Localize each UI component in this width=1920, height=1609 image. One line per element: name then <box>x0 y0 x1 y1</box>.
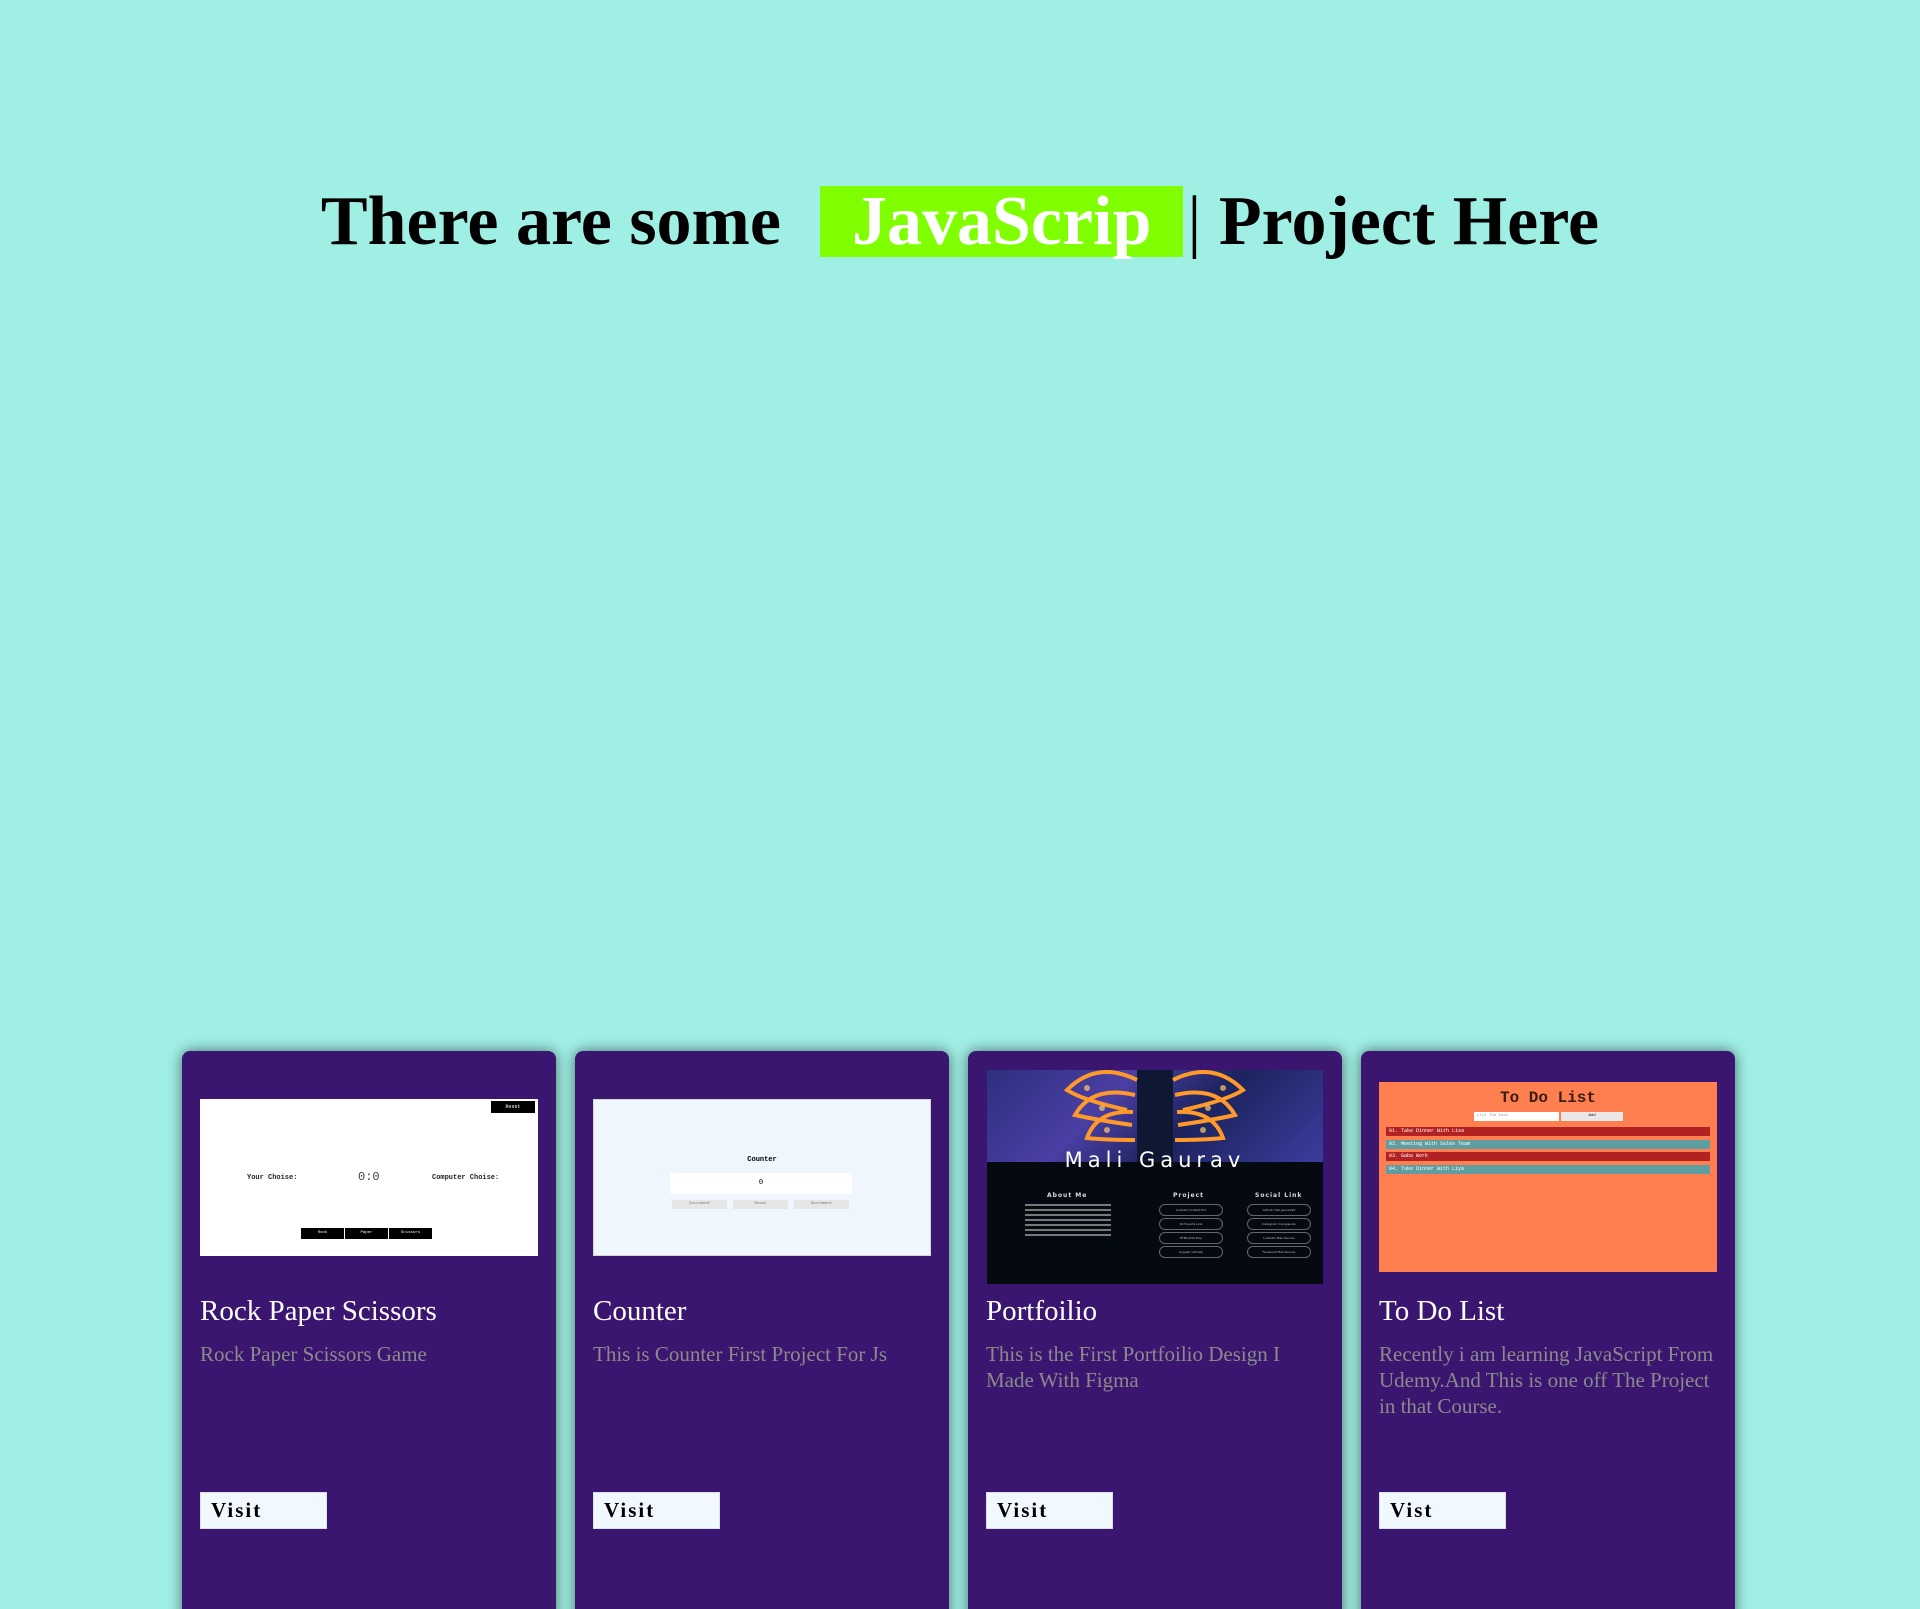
project-cards: Reset Your Choise: 0:0 Computer Choise: … <box>182 1051 1735 1609</box>
visit-button[interactable]: Visit <box>593 1492 720 1529</box>
project-thumbnail: Reset Your Choise: 0:0 Computer Choise: … <box>200 1069 538 1285</box>
counter-value: 0 <box>670 1172 852 1194</box>
rps-buttons: Rock Paper Scissors <box>301 1227 432 1239</box>
portfolio-social-link: LinkedIn Mali Gaurav <box>1247 1232 1311 1244</box>
todo-item: 04. Take Dinner With Liya <box>1386 1165 1710 1174</box>
todo-input: List The task <box>1474 1112 1559 1121</box>
portfolio-about-text <box>1025 1204 1111 1239</box>
card-description: This is the First Portfoilio Design I Ma… <box>986 1342 1280 1392</box>
todo-heading: To Do List <box>1499 1089 1596 1107</box>
project-thumbnail: To Do List List The task Add 01. Take Di… <box>1379 1069 1717 1285</box>
todo-item: 01. Take Dinner With Lisa <box>1386 1127 1710 1136</box>
todo-add: Add <box>1561 1112 1623 1121</box>
portfolio-about-heading: About Me <box>1047 1192 1088 1199</box>
counter-reset: Reset <box>733 1199 788 1209</box>
typing-cursor: | <box>1187 183 1202 260</box>
heading-highlight: JavaScrip <box>819 186 1184 257</box>
heading-prefix: There are some <box>320 183 781 260</box>
visit-button[interactable]: Visit <box>200 1492 327 1529</box>
rps-your-choice: Your Choise: <box>247 1173 298 1182</box>
portfolio-project-link: Angular Githubs <box>1159 1246 1223 1258</box>
card-description: This is Counter First Project For Js <box>593 1342 888 1366</box>
rps-reset: Reset <box>491 1100 535 1113</box>
visit-button[interactable]: Vist <box>1379 1492 1506 1529</box>
card-title: To Do List <box>1379 1295 1505 1327</box>
project-card-counter: Counter 0 Increment Reset Decrement Coun… <box>575 1051 949 1609</box>
todo-item: 03. Gaba Work <box>1386 1152 1710 1161</box>
visit-button[interactable]: Visit <box>986 1492 1113 1529</box>
counter-screenshot: Counter 0 Increment Reset Decrement <box>593 1098 931 1256</box>
project-thumbnail: Mali Gaurav About Me Project Social Link… <box>986 1069 1324 1285</box>
portfolio-project-link: JS Projects Link <box>1159 1218 1223 1230</box>
card-description: Rock Paper Scissors Game <box>200 1342 427 1366</box>
portfolio-social-link: Facebook Mali Gaurav <box>1247 1246 1311 1258</box>
card-title: Counter <box>593 1295 687 1327</box>
rps-rock: Rock <box>301 1227 344 1239</box>
rps-screenshot: Reset Your Choise: 0:0 Computer Choise: … <box>200 1098 538 1256</box>
todo-item: 02. Meeting With Sales Team <box>1386 1140 1710 1149</box>
project-card-portfolio: Mali Gaurav About Me Project Social Link… <box>968 1051 1342 1609</box>
portfolio-name: Mali Gaurav <box>1064 1148 1246 1172</box>
project-card-todo-list: To Do List List The task Add 01. Take Di… <box>1361 1051 1735 1609</box>
rps-paper: Paper <box>345 1227 388 1239</box>
project-card-rock-paper-scissors: Reset Your Choise: 0:0 Computer Choise: … <box>182 1051 556 1609</box>
portfolio-social-link: Github mali.gaurav95 <box>1247 1204 1311 1216</box>
portfolio-social-link: Instagram mali.gaurav <box>1247 1218 1311 1230</box>
todo-screenshot: To Do List List The task Add 01. Take Di… <box>1379 1082 1717 1272</box>
heading-suffix: Project Here <box>1218 183 1600 260</box>
portfolio-project-heading: Project <box>1173 1192 1205 1199</box>
page-heading: There are some JavaScrip | Project Here <box>0 183 1920 261</box>
portfolio-project-link: HTML/CSS Proj. <box>1159 1232 1223 1244</box>
portfolio-social-heading: Social Link <box>1255 1192 1303 1199</box>
portfolio-project-link: Youtube Contact Pro <box>1159 1204 1223 1216</box>
counter-heading: Counter <box>747 1155 777 1164</box>
rps-computer-choice: Computer Choise: <box>432 1173 500 1182</box>
card-title: Rock Paper Scissors <box>200 1295 437 1327</box>
counter-decrement: Decrement <box>794 1199 849 1209</box>
card-description: Recently i am learning JavaScript From U… <box>1379 1342 1714 1418</box>
counter-increment: Increment <box>672 1199 727 1209</box>
card-title: Portfoilio <box>986 1295 1098 1327</box>
rps-scissors: Scissors <box>389 1227 432 1239</box>
rps-score: 0:0 <box>358 1169 380 1184</box>
portfolio-screenshot: Mali Gaurav About Me Project Social Link… <box>987 1070 1323 1284</box>
counter-buttons: Increment Reset Decrement <box>672 1199 849 1209</box>
page: There are some JavaScrip | Project Here R… <box>0 0 1920 1609</box>
project-thumbnail: Counter 0 Increment Reset Decrement <box>593 1069 931 1285</box>
